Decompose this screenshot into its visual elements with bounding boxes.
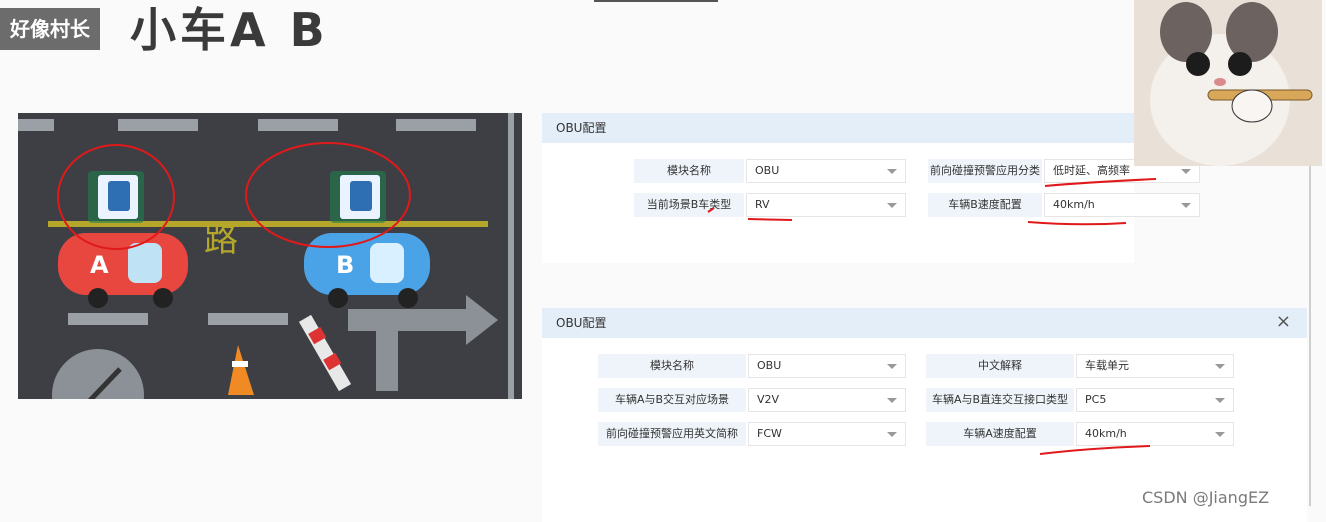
car-a-label: A — [90, 251, 109, 279]
fcw-abbr-select[interactable]: FCW — [748, 422, 906, 446]
cat-illustration — [1134, 0, 1322, 166]
panel-2-title: OBU配置 — [542, 308, 1307, 338]
top-divider — [594, 0, 718, 2]
close-icon[interactable]: × — [1276, 312, 1291, 332]
chevron-down-icon — [887, 432, 897, 437]
csdn-watermark: CSDN @JiangEZ — [1142, 488, 1270, 507]
module-name-value-2: OBU — [757, 359, 782, 372]
chevron-down-icon — [887, 398, 897, 403]
car-a-speed-value: 40km/h — [1085, 427, 1127, 440]
chinese-explain-select[interactable]: 车载单元 — [1076, 354, 1234, 378]
interface-type-value: PC5 — [1085, 393, 1107, 406]
chinese-explain-value: 车载单元 — [1085, 359, 1129, 372]
interface-type-label: 车辆A与B直连交互接口类型 — [926, 388, 1074, 412]
panel-1-title: OBU配置 — [542, 113, 1134, 143]
red-annotation-marks-1 — [707, 178, 1157, 226]
screen: 好像村长 小车A B 路 A B OBU配置 模块名称 OBU 前向碰撞预警应用… — [0, 0, 1326, 522]
fcw-abbr-label: 前向碰撞预警应用英文简称 — [598, 422, 746, 446]
vertical-divider — [1309, 166, 1311, 506]
svg-text:路: 路 — [204, 220, 238, 260]
chevron-down-icon — [1215, 432, 1225, 437]
webcam-overlay-cat — [1134, 0, 1322, 166]
scenario-select[interactable]: V2V — [748, 388, 906, 412]
fcw-abbr-value: FCW — [757, 427, 782, 440]
chinese-explain-label: 中文解释 — [926, 354, 1074, 378]
scenario-value: V2V — [757, 393, 780, 406]
uploader-watermark: 好像村长 — [0, 8, 100, 50]
module-name-label-2: 模块名称 — [598, 354, 746, 378]
traffic-scene-illustration: 路 A B — [18, 113, 522, 399]
interface-type-select[interactable]: PC5 — [1076, 388, 1234, 412]
module-name-select-2[interactable]: OBU — [748, 354, 906, 378]
chevron-down-icon — [1215, 364, 1225, 369]
video-title: 小车A B — [130, 3, 329, 57]
red-annotation-mark-2 — [1039, 445, 1151, 455]
chevron-down-icon — [1215, 398, 1225, 403]
car-b-label: B — [336, 251, 355, 279]
chevron-down-icon — [887, 364, 897, 369]
scenario-label: 车辆A与B交互对应场景 — [598, 388, 746, 412]
